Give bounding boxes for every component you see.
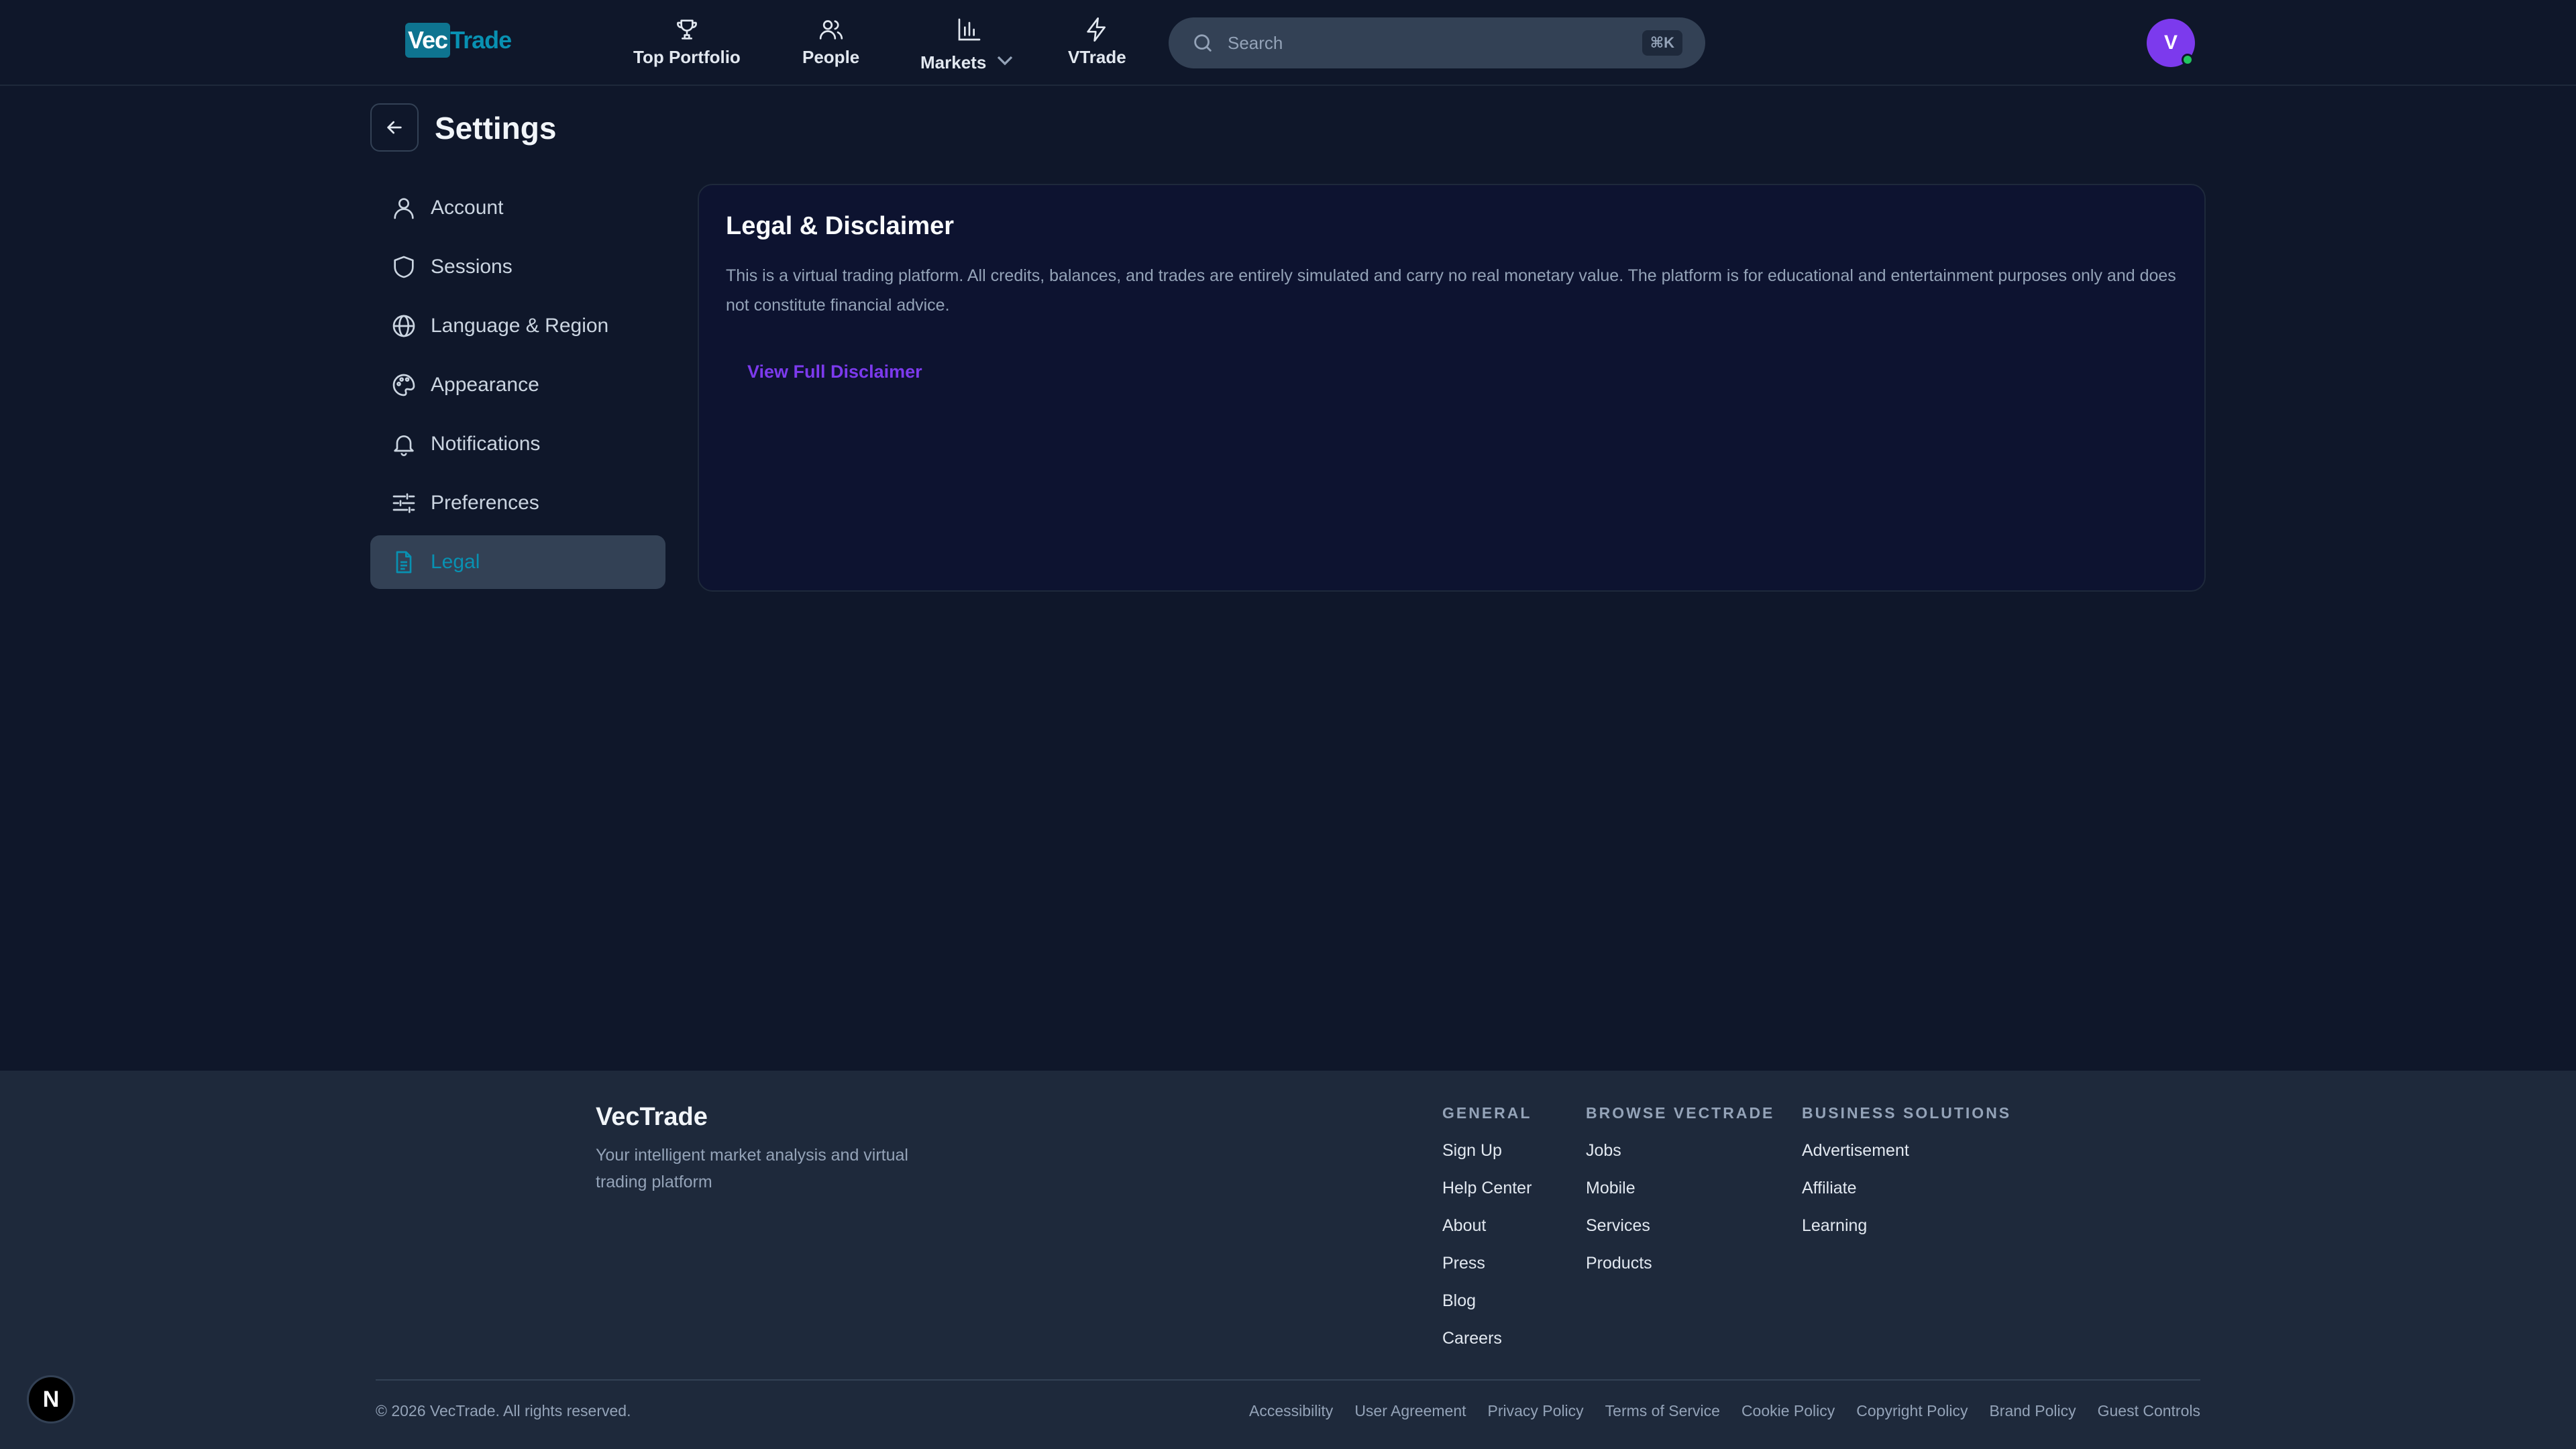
lightning-icon bbox=[1087, 17, 1106, 42]
footer-link[interactable]: Jobs bbox=[1586, 1141, 1774, 1160]
footer-divider bbox=[376, 1379, 2200, 1381]
globe-icon bbox=[392, 315, 415, 337]
footer-legal-link[interactable]: Cookie Policy bbox=[1741, 1402, 1835, 1420]
footer-link[interactable]: Careers bbox=[1442, 1329, 1532, 1348]
footer-tagline: Your intelligent market analysis and vir… bbox=[596, 1146, 908, 1191]
footer-legal-link[interactable]: Terms of Service bbox=[1605, 1402, 1720, 1420]
footer-link[interactable]: Learning bbox=[1802, 1216, 2011, 1235]
copyright-text: © 2026 VecTrade. All rights reserved. bbox=[376, 1402, 631, 1419]
search-icon bbox=[1194, 34, 1212, 52]
settings-sidebar: Account Sessions Language & Region Appea… bbox=[370, 181, 665, 594]
sidebar-item-label: Legal bbox=[431, 551, 480, 573]
nav-people[interactable]: People bbox=[802, 16, 859, 68]
nav-label: Markets bbox=[920, 52, 987, 72]
footer-column-general: GENERAL Sign Up Help Center About Press … bbox=[1442, 1104, 1532, 1366]
footer-legal-link[interactable]: Privacy Policy bbox=[1488, 1402, 1584, 1420]
logo-trade: Trade bbox=[450, 26, 512, 54]
logo-vec: Vec bbox=[405, 23, 451, 58]
footer-column-heading: BUSINESS SOLUTIONS bbox=[1802, 1104, 2012, 1122]
bar-chart-icon bbox=[958, 18, 981, 41]
footer-legal-link[interactable]: Brand Policy bbox=[1989, 1402, 2076, 1420]
footer-link[interactable]: Affiliate bbox=[1802, 1179, 2011, 1197]
user-avatar[interactable]: V bbox=[2147, 19, 2195, 67]
user-icon bbox=[394, 198, 414, 219]
search-bar[interactable]: ⌘K bbox=[1169, 17, 1705, 68]
sidebar-item-preferences[interactable]: Preferences bbox=[370, 476, 665, 530]
sidebar-item-language-region[interactable]: Language & Region bbox=[370, 299, 665, 353]
bell-icon bbox=[394, 435, 414, 456]
footer-link[interactable]: Sign Up bbox=[1442, 1141, 1532, 1160]
sidebar-item-label: Notifications bbox=[431, 433, 541, 455]
footer-link[interactable]: Services bbox=[1586, 1216, 1774, 1235]
footer-brand: VecTrade bbox=[596, 1103, 708, 1131]
sidebar-item-label: Account bbox=[431, 197, 504, 219]
page-footer: VecTrade Your intelligent market analysi… bbox=[0, 1071, 2576, 1449]
page-title: Settings bbox=[435, 111, 557, 146]
footer-link[interactable]: Products bbox=[1586, 1254, 1774, 1273]
footer-link[interactable]: Advertisement bbox=[1802, 1141, 2011, 1160]
nav-label: People bbox=[802, 47, 860, 67]
sidebar-item-legal[interactable]: Legal bbox=[370, 535, 665, 589]
footer-legal-links: Accessibility User Agreement Privacy Pol… bbox=[1249, 1402, 2200, 1420]
trophy-icon bbox=[676, 19, 697, 40]
footer-legal-link[interactable]: Guest Controls bbox=[2098, 1402, 2200, 1420]
arrow-left-icon bbox=[387, 121, 402, 134]
footer-legal-link[interactable]: User Agreement bbox=[1354, 1402, 1466, 1420]
palette-icon bbox=[392, 374, 415, 396]
footer-link[interactable]: About bbox=[1442, 1216, 1532, 1235]
card-title: Legal & Disclaimer bbox=[726, 212, 955, 240]
document-icon bbox=[396, 551, 412, 574]
nav-markets[interactable]: Markets bbox=[920, 16, 1018, 78]
search-shortcut-badge: ⌘K bbox=[1642, 30, 1682, 56]
shield-icon bbox=[394, 256, 414, 278]
nav-label-wrap: Markets bbox=[920, 47, 1018, 78]
nav-label: VTrade bbox=[1068, 47, 1126, 67]
sidebar-item-label: Appearance bbox=[431, 374, 539, 396]
footer-legal-link[interactable]: Accessibility bbox=[1249, 1402, 1333, 1420]
view-full-disclaimer-link[interactable]: View Full Disclaimer bbox=[747, 362, 922, 382]
footer-link[interactable]: Blog bbox=[1442, 1291, 1532, 1310]
footer-column-heading: BROWSE VECTRADE bbox=[1586, 1104, 1775, 1122]
people-icon bbox=[819, 20, 843, 40]
footer-column-heading: GENERAL bbox=[1442, 1104, 1532, 1122]
sidebar-item-label: Sessions bbox=[431, 256, 513, 278]
nav-vtrade[interactable]: VTrade bbox=[1068, 16, 1126, 68]
footer-column-browse: BROWSE VECTRADE Jobs Mobile Services Pro… bbox=[1586, 1104, 1774, 1291]
back-button[interactable] bbox=[370, 103, 419, 152]
sidebar-item-appearance[interactable]: Appearance bbox=[370, 358, 665, 412]
sidebar-item-notifications[interactable]: Notifications bbox=[370, 417, 665, 471]
legal-disclaimer-card: Legal & Disclaimer This is a virtual tra… bbox=[698, 184, 2206, 592]
sidebar-item-account[interactable]: Account bbox=[370, 181, 665, 235]
online-status-dot bbox=[2182, 54, 2194, 66]
sidebar-item-sessions[interactable]: Sessions bbox=[370, 240, 665, 294]
footer-link[interactable]: Mobile bbox=[1586, 1179, 1774, 1197]
footer-link[interactable]: Press bbox=[1442, 1254, 1532, 1273]
nav-top-portfolio[interactable]: Top Portfolio bbox=[633, 16, 741, 68]
sidebar-item-label: Preferences bbox=[431, 492, 539, 514]
chevron-down-icon bbox=[998, 56, 1013, 66]
top-nav-bar: Vec Trade Top Portfolio People Markets V… bbox=[0, 0, 2576, 86]
footer-link[interactable]: Help Center bbox=[1442, 1179, 1532, 1197]
avatar-initial: V bbox=[2163, 32, 2178, 54]
sidebar-item-label: Language & Region bbox=[431, 315, 609, 337]
footer-column-business: BUSINESS SOLUTIONS Advertisement Affilia… bbox=[1802, 1104, 2011, 1254]
nav-label: Top Portfolio bbox=[633, 47, 741, 67]
sliders-icon bbox=[392, 493, 415, 513]
search-input[interactable] bbox=[1228, 32, 1642, 54]
footer-legal-link[interactable]: Copyright Policy bbox=[1856, 1402, 1968, 1420]
nextjs-dev-badge[interactable]: N bbox=[27, 1375, 75, 1424]
vectrade-logo[interactable]: Vec Trade bbox=[405, 23, 512, 58]
disclaimer-text: This is a virtual trading platform. All … bbox=[726, 266, 2176, 315]
